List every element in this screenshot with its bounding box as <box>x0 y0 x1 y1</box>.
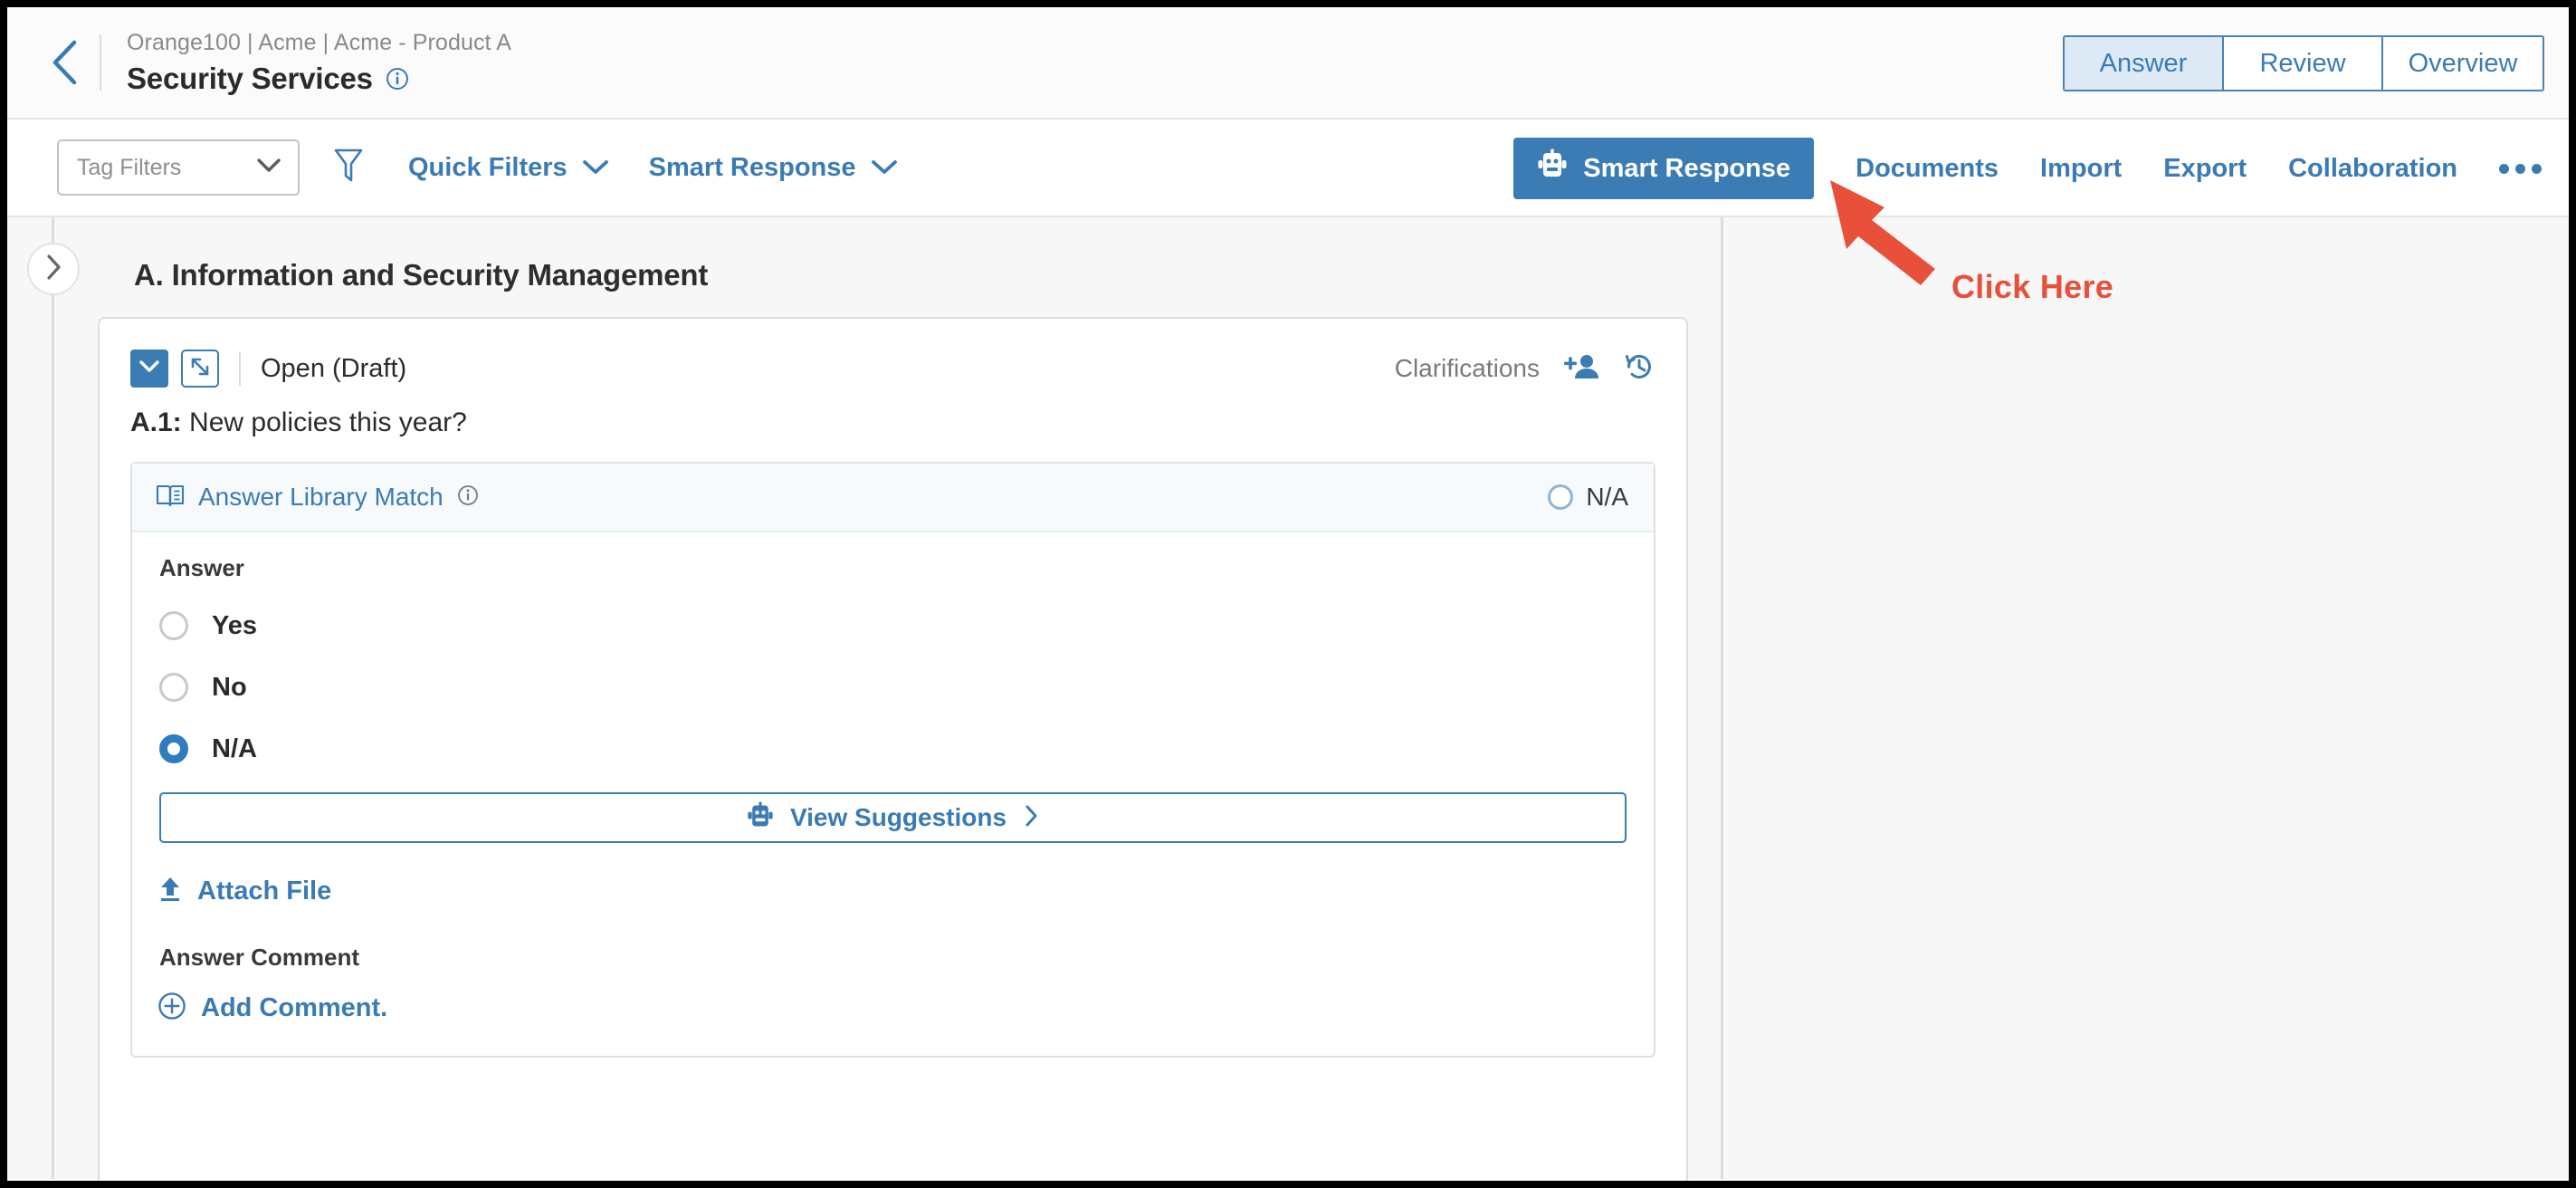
smart-response-button[interactable]: Smart Response <box>1513 138 1815 199</box>
answer-library-match-link[interactable]: Answer Library Match <box>156 483 479 512</box>
page-title: Security Services <box>127 61 373 95</box>
info-icon[interactable] <box>386 67 409 91</box>
tab-answer[interactable]: Answer <box>2065 37 2224 90</box>
answer-option-label: N/A <box>212 733 257 763</box>
radio-unselected-icon <box>1548 484 1574 510</box>
collapse-question-button[interactable] <box>130 350 168 388</box>
smart-response-menu[interactable]: Smart Response <box>649 153 898 183</box>
answer-panel: Answer Library Match N/A Answer Yes No N… <box>130 462 1655 1058</box>
upload-icon <box>157 876 183 907</box>
clarifications-group: Clarifications <box>1395 350 1655 388</box>
tab-overview[interactable]: Overview <box>2383 37 2543 90</box>
chevron-down-icon <box>582 153 609 183</box>
radio-selected-icon <box>159 734 188 763</box>
import-link[interactable]: Import <box>2040 154 2122 184</box>
expand-diagonal-icon <box>188 355 212 383</box>
book-icon <box>156 484 185 512</box>
attach-file-button[interactable]: Attach File <box>157 876 1654 907</box>
expand-question-button[interactable] <box>181 350 219 388</box>
documents-link[interactable]: Documents <box>1856 154 1999 184</box>
attach-file-label: Attach File <box>197 877 332 905</box>
funnel-icon <box>333 147 364 189</box>
panel-rail <box>52 217 54 1179</box>
header-divider <box>100 34 101 91</box>
toolbar-right-group: Smart Response Documents Import Export C… <box>1513 120 2542 217</box>
collaboration-link[interactable]: Collaboration <box>2288 154 2457 184</box>
smart-response-menu-label: Smart Response <box>648 152 856 182</box>
answer-field-label: Answer <box>159 554 244 581</box>
clarifications-label: Clarifications <box>1394 354 1540 382</box>
answer-library-match-row: Answer Library Match N/A <box>132 464 1654 532</box>
question-number: A.1: <box>130 407 182 437</box>
answer-comment-label: Answer Comment <box>159 944 360 971</box>
header-titles: Orange100 | Acme | Acme - Product A Secu… <box>127 30 511 96</box>
history-button[interactable] <box>1623 350 1655 388</box>
section-heading: A. Information and Security Management <box>134 258 709 292</box>
add-person-icon <box>1563 352 1599 386</box>
filter-button[interactable] <box>329 144 368 191</box>
answer-library-match-value: N/A <box>1586 483 1628 511</box>
export-link[interactable]: Export <box>2163 154 2247 184</box>
info-icon[interactable] <box>457 484 479 511</box>
ellipsis-icon-dot <box>2532 163 2542 174</box>
chevron-down-icon <box>871 153 898 183</box>
add-comment-label: Add Comment. <box>201 993 388 1022</box>
answer-option-na[interactable]: N/A <box>159 718 1654 780</box>
answer-option-label: Yes <box>212 610 257 640</box>
questionnaire-panel: A. Information and Security Management O… <box>7 217 1723 1181</box>
add-comment-button[interactable]: Add Comment. <box>157 992 1654 1025</box>
quick-filters-menu[interactable]: Quick Filters <box>408 153 609 183</box>
radio-icon <box>159 611 188 640</box>
smart-response-button-label: Smart Response <box>1583 153 1791 183</box>
expand-sidebar-button[interactable] <box>27 243 80 295</box>
answer-library-match-value-radio[interactable]: N/A <box>1548 483 1628 512</box>
add-person-button[interactable] <box>1563 352 1599 386</box>
view-tabs: Answer Review Overview <box>2063 35 2544 91</box>
question-card: Open (Draft) Clarifications A.1: New pol… <box>98 317 1688 1181</box>
page-title-row: Security Services <box>127 62 511 96</box>
tab-review[interactable]: Review <box>2224 37 2383 90</box>
chevron-down-icon <box>256 158 281 178</box>
view-suggestions-label: View Suggestions <box>789 803 1007 831</box>
view-suggestions-button[interactable]: View Suggestions <box>159 792 1627 843</box>
question-card-header: Open (Draft) Clarifications <box>100 319 1686 388</box>
page-header: Orange100 | Acme | Acme - Product A Secu… <box>7 7 2569 120</box>
quick-filters-label: Quick Filters <box>408 152 568 182</box>
annotation-label: Click Here <box>1951 268 2114 305</box>
app-window: Orange100 | Acme | Acme - Product A Secu… <box>7 7 2569 1181</box>
answer-options: Yes No N/A <box>159 595 1654 780</box>
question-text-row: A.1: New policies this year? <box>100 388 1686 438</box>
answer-option-yes[interactable]: Yes <box>159 595 1654 656</box>
header-separator <box>239 351 241 386</box>
chevron-down-icon <box>138 359 160 378</box>
body-area: A. Information and Security Management O… <box>7 217 2569 1181</box>
history-icon <box>1623 350 1655 388</box>
ellipsis-icon-dot <box>2499 163 2509 174</box>
radio-icon <box>159 673 188 702</box>
ellipsis-icon-dot <box>2515 163 2525 174</box>
chevron-right-icon <box>43 253 63 286</box>
more-options-button[interactable] <box>2499 163 2542 174</box>
robot-icon <box>1537 148 1568 188</box>
chevron-right-icon <box>1023 803 1039 833</box>
chevron-left-icon <box>49 38 80 87</box>
plus-circle-icon <box>157 992 186 1025</box>
tag-filters-select[interactable]: Tag Filters <box>57 139 300 196</box>
question-status: Open (Draft) <box>261 353 407 383</box>
tag-filters-placeholder: Tag Filters <box>77 154 182 180</box>
robot-icon <box>747 801 774 835</box>
answer-library-match-label: Answer Library Match <box>198 483 444 511</box>
breadcrumb: Orange100 | Acme | Acme - Product A <box>127 29 512 55</box>
toolbar: Tag Filters Quick Filters Smart Response… <box>7 120 2569 217</box>
question-text: New policies this year? <box>189 407 467 437</box>
answer-option-label: No <box>212 672 247 702</box>
answer-option-no[interactable]: No <box>159 656 1654 718</box>
back-button[interactable] <box>33 31 96 94</box>
